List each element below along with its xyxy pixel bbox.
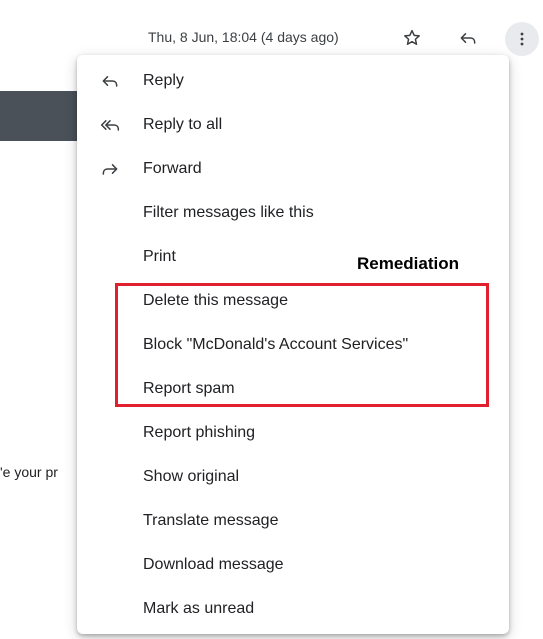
menu-item-report-phishing[interactable]: Report phishing [77, 411, 509, 455]
menu-item-label: Forward [143, 160, 202, 177]
menu-item-label: Show original [143, 468, 240, 485]
menu-item-label: Download message [143, 556, 284, 573]
menu-item-translate[interactable]: Translate message [77, 499, 509, 543]
email-view: 'e your pr Thu, 8 Jun, 18:04 (4 days ago… [0, 0, 543, 639]
menu-item-label: Reply to all [143, 116, 223, 133]
annotation-label: Remediation [357, 254, 460, 273]
menu-item-reply[interactable]: Reply [77, 59, 509, 103]
email-body-fragment: 'e your pr [0, 464, 58, 480]
message-date: Thu, 8 Jun, 18:04 (4 days ago) [148, 29, 339, 45]
menu-item-label: Print [143, 248, 176, 265]
menu-item-label: Filter messages like this [143, 204, 314, 221]
menu-item-label: Report phishing [143, 424, 256, 441]
reply-all-icon [99, 114, 121, 136]
menu-item-reply-all[interactable]: Reply to all [77, 103, 509, 147]
menu-item-label: Translate message [143, 512, 279, 529]
menu-item-forward[interactable]: Forward [77, 147, 509, 191]
annotation-highlight-box [115, 283, 489, 407]
more-vert-icon[interactable] [505, 22, 539, 56]
menu-item-show-original[interactable]: Show original [77, 455, 509, 499]
menu-item-mark-unread[interactable]: Mark as unread [77, 587, 509, 631]
star-icon[interactable] [398, 24, 426, 52]
menu-item-label: Mark as unread [143, 600, 255, 617]
reply-icon [99, 70, 121, 92]
menu-item-label: Reply [143, 72, 184, 89]
forward-icon [99, 158, 121, 180]
menu-item-download[interactable]: Download message [77, 543, 509, 587]
reply-icon[interactable] [454, 24, 482, 52]
menu-item-filter-messages[interactable]: Filter messages like this [77, 191, 509, 235]
